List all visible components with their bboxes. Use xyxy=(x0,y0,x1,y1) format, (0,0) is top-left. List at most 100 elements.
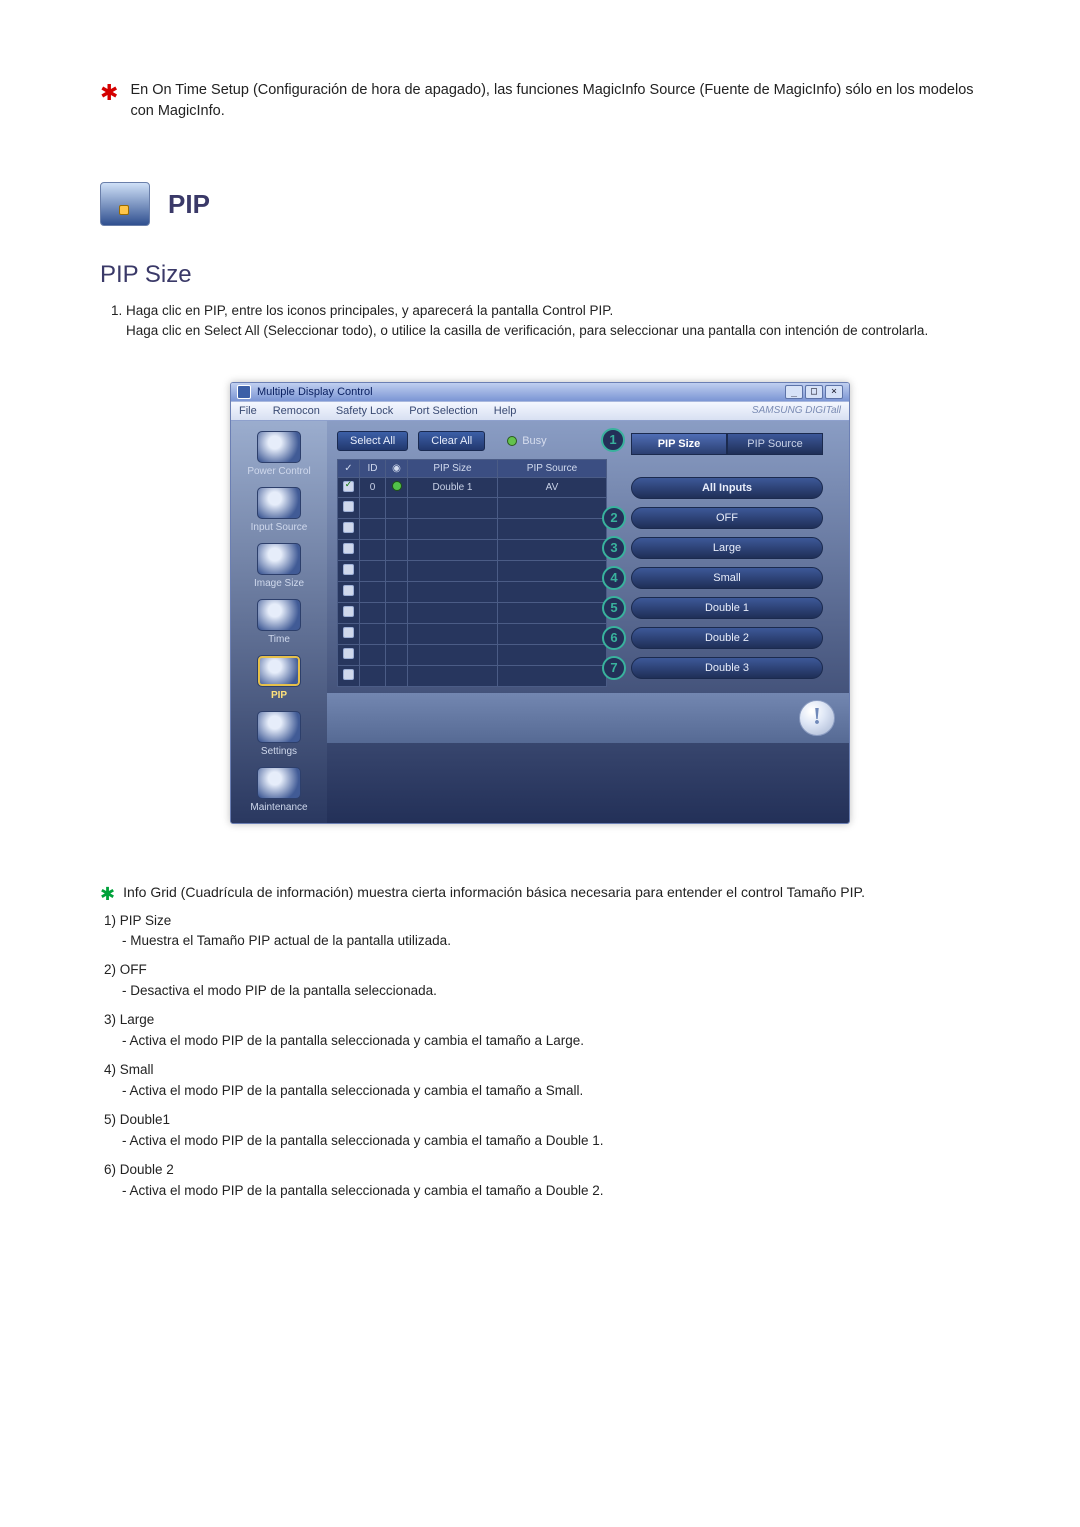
menu-help[interactable]: Help xyxy=(494,405,517,417)
close-button[interactable]: × xyxy=(825,385,843,399)
legend-item-2: 2) OFF - Desactiva el modo PIP de la pan… xyxy=(104,960,980,1002)
titlebar: Multiple Display Control _ □ × xyxy=(231,383,849,401)
sidebar-item-pip[interactable]: PIP xyxy=(239,655,319,701)
tab-pip-size[interactable]: PIP Size xyxy=(631,433,727,455)
menu-safety-lock[interactable]: Safety Lock xyxy=(336,405,393,417)
table-row[interactable] xyxy=(338,602,607,623)
info-note: ✱ Info Grid (Cuadrícula de información) … xyxy=(100,884,980,905)
row-checkbox[interactable] xyxy=(343,543,354,554)
menu-file[interactable]: File xyxy=(239,405,257,417)
legend-item-5: 5) Double1 - Activa el modo PIP de la pa… xyxy=(104,1110,980,1152)
option-large[interactable]: 3 Large xyxy=(631,537,823,559)
sidebar-item-settings[interactable]: Settings xyxy=(239,711,319,757)
table-row[interactable] xyxy=(338,560,607,581)
sidebar-item-maintenance[interactable]: Maintenance xyxy=(239,767,319,813)
top-note-text: En On Time Setup (Configuración de hora … xyxy=(130,80,980,122)
option-label: Small xyxy=(713,572,741,584)
option-double3[interactable]: 7 Double 3 xyxy=(631,657,823,679)
clear-all-button[interactable]: Clear All xyxy=(418,431,485,451)
row-checkbox[interactable] xyxy=(343,627,354,638)
table-row[interactable] xyxy=(338,539,607,560)
tabs: PIP Size PIP Source xyxy=(631,433,823,455)
row-checkbox[interactable] xyxy=(343,669,354,680)
sidebar-label: PIP xyxy=(271,690,287,701)
menubar: File Remocon Safety Lock Port Selection … xyxy=(231,401,849,421)
legend-desc: - Activa el modo PIP de la pantalla sele… xyxy=(104,1131,980,1152)
sidebar-item-input-source[interactable]: Input Source xyxy=(239,487,319,533)
window-title: Multiple Display Control xyxy=(257,386,373,398)
select-all-button[interactable]: Select All xyxy=(337,431,408,451)
menu-port-selection[interactable]: Port Selection xyxy=(409,405,477,417)
row-pip-source: AV xyxy=(497,477,606,497)
busy-dot-icon xyxy=(507,436,517,446)
sidebar-label: Maintenance xyxy=(250,802,307,813)
legend-desc: - Activa el modo PIP de la pantalla sele… xyxy=(104,1031,980,1052)
pip-sidebar-icon xyxy=(257,655,301,687)
settings-icon xyxy=(257,711,301,743)
row-checkbox[interactable] xyxy=(343,481,354,492)
row-checkbox[interactable] xyxy=(343,501,354,512)
table-row[interactable] xyxy=(338,497,607,518)
pip-icon xyxy=(100,182,150,226)
heading-pip-size: PIP Size xyxy=(100,261,980,289)
col-pip-source: PIP Source xyxy=(497,459,606,477)
alert-icon: ! xyxy=(799,700,835,736)
star-icon: ✱ xyxy=(100,884,115,905)
legend-label: 2) OFF xyxy=(104,960,980,981)
table-row[interactable] xyxy=(338,518,607,539)
intro-line2: Haga clic en Select All (Seleccionar tod… xyxy=(126,323,928,338)
time-icon xyxy=(257,599,301,631)
intro-list: Haga clic en PIP, entre los iconos princ… xyxy=(100,301,980,342)
row-checkbox[interactable] xyxy=(343,522,354,533)
row-checkbox[interactable] xyxy=(343,606,354,617)
legend-item-6: 6) Double 2 - Activa el modo PIP de la p… xyxy=(104,1160,980,1202)
sidebar-label: Power Control xyxy=(247,466,310,477)
info-grid: ✓ ID ◉ PIP Size PIP Source 0 xyxy=(337,459,607,687)
option-double2[interactable]: 6 Double 2 xyxy=(631,627,823,649)
minimize-button[interactable]: _ xyxy=(785,385,803,399)
table-row[interactable] xyxy=(338,623,607,644)
all-inputs-label: All Inputs xyxy=(631,477,823,499)
menu-remocon[interactable]: Remocon xyxy=(273,405,320,417)
intro-line1: Haga clic en PIP, entre los iconos princ… xyxy=(126,303,613,318)
input-icon xyxy=(257,487,301,519)
callout-2: 2 xyxy=(602,506,626,530)
row-checkbox[interactable] xyxy=(343,585,354,596)
app-body: Power Control Input Source Image Size Ti… xyxy=(231,421,849,823)
row-checkbox[interactable] xyxy=(343,564,354,575)
legend-list: 1) PIP Size - Muestra el Tamaño PIP actu… xyxy=(100,911,980,1202)
sidebar-label: Settings xyxy=(261,746,297,757)
maintenance-icon xyxy=(257,767,301,799)
table-row[interactable]: 0 Double 1 AV xyxy=(338,477,607,497)
legend-desc: - Activa el modo PIP de la pantalla sele… xyxy=(104,1081,980,1102)
brand-label: SAMSUNG DIGITall xyxy=(752,405,841,416)
sidebar-item-time[interactable]: Time xyxy=(239,599,319,645)
table-row[interactable] xyxy=(338,581,607,602)
sidebar-item-power-control[interactable]: Power Control xyxy=(239,431,319,477)
status-dot-icon xyxy=(392,481,402,491)
legend-desc: - Desactiva el modo PIP de la pantalla s… xyxy=(104,981,980,1002)
option-small[interactable]: 4 Small xyxy=(631,567,823,589)
legend-label: 6) Double 2 xyxy=(104,1160,980,1181)
callout-7: 7 xyxy=(602,656,626,680)
busy-indicator: Busy xyxy=(507,435,546,447)
legend-label: 5) Double1 xyxy=(104,1110,980,1131)
sidebar-item-image-size[interactable]: Image Size xyxy=(239,543,319,589)
busy-label: Busy xyxy=(522,435,546,447)
option-off[interactable]: 2 OFF xyxy=(631,507,823,529)
callout-3: 3 xyxy=(602,536,626,560)
option-label: Double 2 xyxy=(705,632,749,644)
table-row[interactable] xyxy=(338,665,607,686)
sidebar: Power Control Input Source Image Size Ti… xyxy=(231,421,327,823)
callout-1: 1 xyxy=(601,428,625,452)
table-row[interactable] xyxy=(338,644,607,665)
top-note: ✱ En On Time Setup (Configuración de hor… xyxy=(100,80,980,122)
legend-item-1: 1) PIP Size - Muestra el Tamaño PIP actu… xyxy=(104,911,980,953)
row-checkbox[interactable] xyxy=(343,648,354,659)
maximize-button[interactable]: □ xyxy=(805,385,823,399)
option-label: OFF xyxy=(716,512,738,524)
legend-label: 1) PIP Size xyxy=(104,911,980,932)
callout-4: 4 xyxy=(602,566,626,590)
option-double1[interactable]: 5 Double 1 xyxy=(631,597,823,619)
tab-pip-source[interactable]: PIP Source xyxy=(727,433,823,455)
